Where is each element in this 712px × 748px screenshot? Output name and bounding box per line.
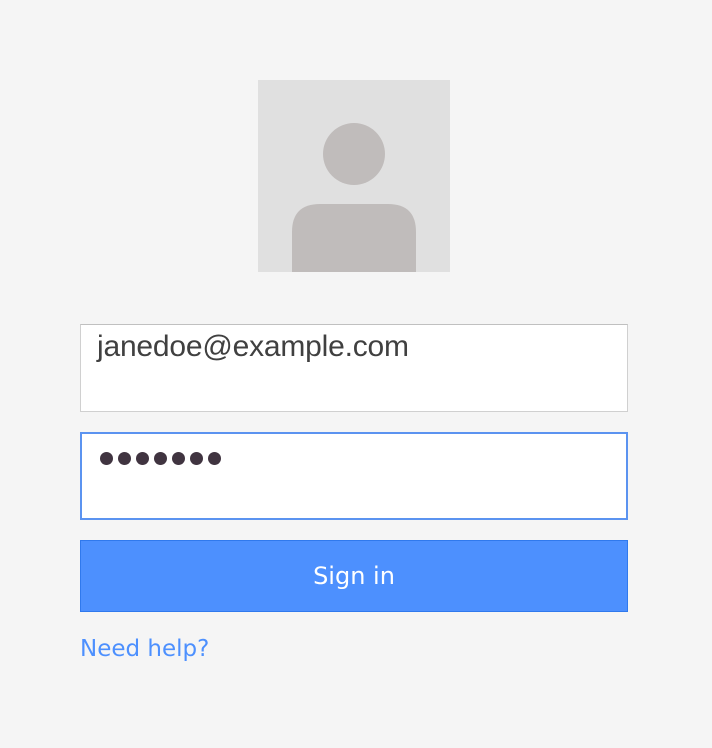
password-field[interactable] (80, 432, 628, 520)
email-value: janedoe@example.com (97, 330, 409, 363)
password-mask-dot (172, 451, 185, 465)
password-mask (100, 446, 221, 470)
password-mask-dot (100, 451, 113, 465)
password-mask-dot (208, 451, 221, 465)
password-mask-dot (154, 451, 167, 465)
email-field[interactable]: janedoe@example.com (80, 324, 628, 412)
need-help-link[interactable]: Need help? (80, 634, 209, 664)
password-mask-dot (190, 451, 203, 465)
password-mask-dot (136, 451, 149, 465)
profile-avatar (258, 80, 450, 272)
user-silhouette-icon (292, 123, 416, 272)
sign-in-button[interactable]: Sign in (80, 540, 628, 612)
password-mask-dot (118, 451, 131, 465)
